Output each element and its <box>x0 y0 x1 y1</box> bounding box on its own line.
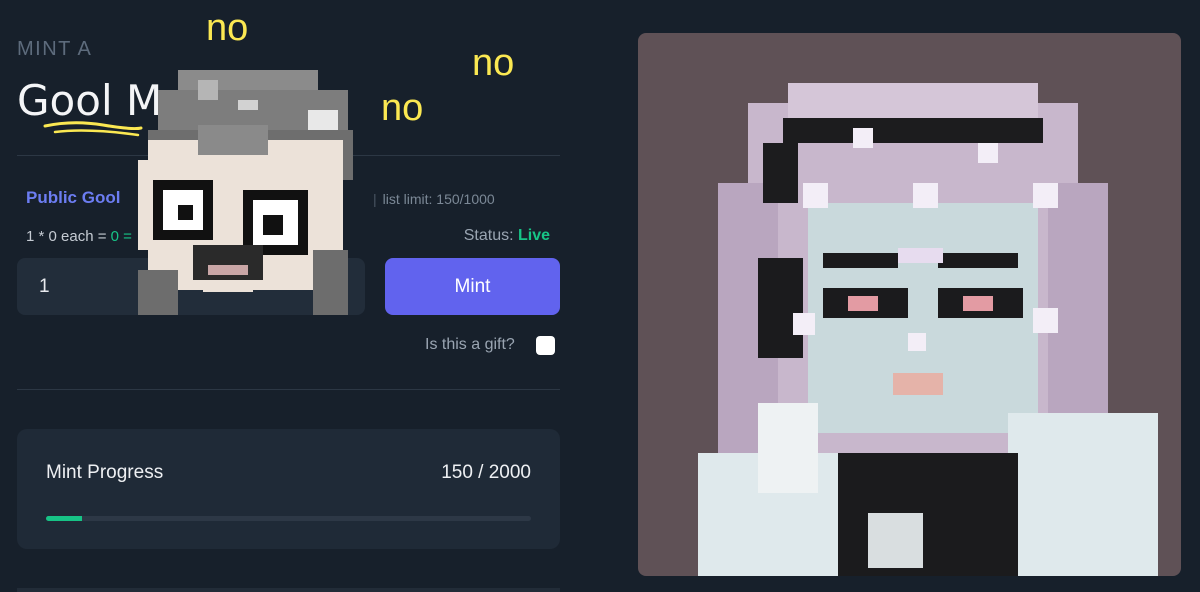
pixel-skull-girl-sticker-icon <box>138 70 353 315</box>
list-limit-text: list limit: 150/1000 <box>382 191 495 207</box>
price-total: 0 = <box>110 228 132 245</box>
status: Status: Live <box>464 227 550 245</box>
nft-artwork <box>638 33 1181 576</box>
gift-checkbox[interactable] <box>536 336 555 355</box>
annotation-no: no <box>206 7 249 49</box>
gift-label: Is this a gift? <box>425 336 515 353</box>
bottom-divider <box>17 588 560 592</box>
progress-count: 150 / 2000 <box>441 462 531 483</box>
underline-scribble-icon <box>43 121 143 137</box>
phase-name: Public Gool <box>26 188 121 207</box>
annotation-no: no <box>381 87 424 129</box>
progress-label: Mint Progress <box>46 462 164 483</box>
price-prefix: 1 * 0 each = <box>26 228 111 245</box>
mint-progress-card: Mint Progress 150 / 2000 <box>17 429 560 549</box>
progress-bar <box>46 516 531 521</box>
progress-fill <box>46 516 83 521</box>
status-label: Status: <box>463 227 518 244</box>
status-value: Live <box>517 227 550 244</box>
price-line: 1 * 0 each = 0 = <box>26 228 132 245</box>
divider <box>17 389 560 390</box>
annotation-no: no <box>472 42 515 84</box>
mint-eyebrow: MINT A <box>17 38 93 60</box>
mint-button[interactable]: Mint <box>385 258 560 315</box>
pixel-moon-girl-artwork-icon <box>698 83 1158 576</box>
separator: | <box>373 191 377 207</box>
list-limit: | list limit: 150/1000 <box>373 191 495 207</box>
